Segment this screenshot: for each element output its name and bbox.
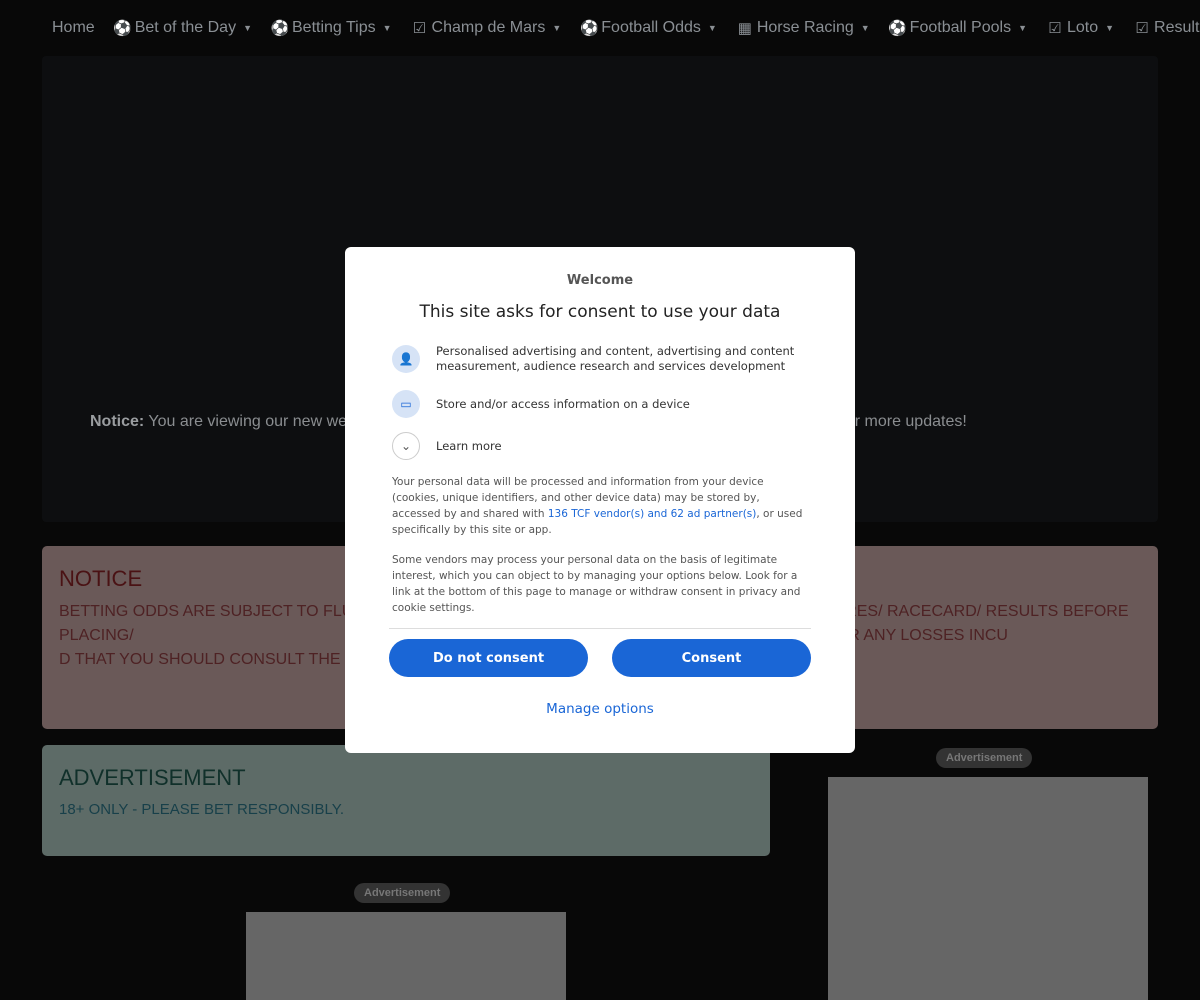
calendar-check-icon: ☑: [1048, 20, 1062, 37]
learn-more-label: Learn more: [436, 438, 502, 453]
top-nav: Home ⚽ Bet of the Day ▼ ⚽ Betting Tips ▼ ☑ Ch…: [42, 0, 1200, 56]
consent-button[interactable]: Consent: [612, 639, 811, 677]
chevron-down-icon: ⌄: [392, 432, 420, 460]
ad-slot-right[interactable]: [828, 777, 1148, 1000]
caret-down-icon: ▼: [382, 23, 392, 33]
caret-down-icon: ▼: [1018, 23, 1027, 33]
nav-loto[interactable]: ☑ Loto ▼: [1037, 19, 1124, 37]
soccer-ball-icon: ⚽: [888, 20, 908, 37]
nav-label: Results: [1154, 19, 1200, 36]
purpose-item: ▭ Store and/or access information on a d…: [392, 390, 808, 418]
do-not-consent-button[interactable]: Do not consent: [389, 639, 588, 677]
consent-dialog: Welcome This site asks for consent to us…: [345, 247, 855, 753]
advertisement-alert: ADVERTISEMENT 18+ ONLY - PLEASE BET RESP…: [42, 745, 770, 856]
caret-down-icon: ▼: [552, 23, 562, 33]
nav-results[interactable]: ☑Results▼: [1124, 19, 1200, 37]
caret-down-icon: ▼: [707, 23, 717, 33]
learn-more-toggle[interactable]: ⌄ Learn more: [392, 432, 808, 460]
nav-label: Football Odds: [601, 19, 701, 36]
purpose-text: Personalised advertising and content, ad…: [436, 344, 795, 373]
soccer-ball-icon: ⚽: [270, 20, 290, 37]
nav-label: Home: [52, 19, 95, 36]
manage-options-button[interactable]: Manage options: [392, 701, 808, 717]
caret-down-icon: ▼: [1105, 23, 1115, 33]
table-icon: ▦: [737, 20, 752, 37]
divider: [389, 628, 811, 629]
nav-football-pools[interactable]: ⚽ Football Pools ▼: [880, 19, 1037, 37]
ad-slot-bottom[interactable]: [246, 912, 566, 1000]
purpose-item: 👤 Personalised advertising and content, …: [392, 344, 808, 374]
nav-label: Horse Racing: [756, 19, 854, 36]
notice-label: Notice:: [90, 413, 145, 430]
ad-label: Advertisement: [936, 748, 1033, 768]
consent-paragraph-2: Some vendors may process your personal d…: [392, 554, 801, 614]
consent-welcome: Welcome: [566, 273, 634, 288]
caret-down-icon: ▼: [243, 23, 252, 33]
advertisement-title: ADVERTISEMENT: [59, 765, 246, 790]
soccer-ball-icon: ⚽: [579, 20, 599, 37]
person-icon: 👤: [392, 345, 420, 373]
purpose-text: Store and/or access information on a dev…: [436, 396, 690, 411]
soccer-ball-icon: ⚽: [113, 20, 133, 37]
calendar-check-icon: ☑: [412, 20, 427, 37]
calendar-check-icon: ☑: [1135, 20, 1149, 37]
nav-label: Bet of the Day: [134, 19, 237, 36]
caret-down-icon: ▼: [860, 23, 870, 33]
nav-horse-racing[interactable]: ▦ Horse Racing ▼: [727, 19, 880, 37]
vendors-link[interactable]: 136 TCF vendor(s) and 62 ad partner(s): [548, 508, 756, 520]
nav-champ-de-mars[interactable]: ☑ Champ de Mars ▼: [402, 19, 572, 37]
nav-label: Football Pools: [909, 19, 1012, 36]
nav-label: Betting Tips: [292, 19, 376, 36]
consent-title: This site asks for consent to use your d…: [419, 302, 781, 322]
nav-football-odds[interactable]: ⚽ Football Odds ▼: [571, 19, 727, 37]
nav-bet-of-the-day[interactable]: ⚽ Bet of the Day ▼: [105, 19, 262, 37]
nav-label: Champ de Mars: [431, 19, 546, 36]
devices-icon: ▭: [392, 390, 420, 418]
consent-paragraph-1: Your personal data will be processed and…: [392, 474, 808, 538]
nav-betting-tips[interactable]: ⚽ Betting Tips ▼: [262, 19, 402, 37]
advertisement-text: 18+ ONLY - PLEASE BET RESPONSIBLY.: [59, 801, 344, 818]
nav-label: Loto: [1066, 19, 1099, 36]
nav-home[interactable]: Home: [42, 19, 105, 37]
ad-label: Advertisement: [354, 883, 451, 903]
